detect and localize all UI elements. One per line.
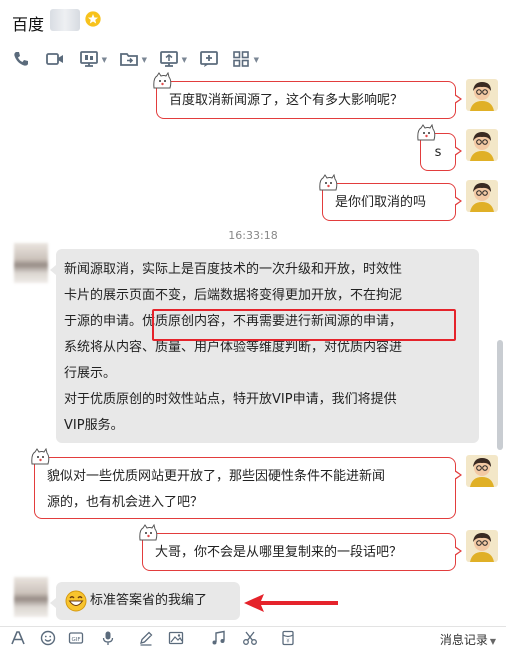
cat-decoration-icon bbox=[319, 174, 338, 191]
cat-decoration-icon bbox=[417, 124, 436, 141]
message-history-button[interactable]: 消息记录 ▼ bbox=[440, 631, 496, 648]
voice-icon[interactable] bbox=[100, 630, 116, 646]
favorite-star-icon[interactable] bbox=[84, 10, 102, 28]
outgoing-message-bubble[interactable]: s bbox=[417, 124, 462, 171]
message-text: s bbox=[434, 145, 442, 160]
incoming-message-bubble[interactable]: 标准答案省的我编了 bbox=[50, 582, 240, 620]
red-arrow-annotation bbox=[244, 594, 338, 612]
my-avatar[interactable] bbox=[466, 129, 498, 161]
image-icon[interactable] bbox=[168, 630, 184, 646]
outgoing-message-bubble[interactable]: 貌似对一些优质网站更开放了，那些因硬性条件不能进新闻 源的，也有机会进入了吧？ bbox=[31, 448, 462, 519]
phone-icon[interactable] bbox=[10, 48, 32, 70]
contact-name[interactable]: 百度 bbox=[12, 11, 44, 35]
grin-emoji-icon bbox=[65, 590, 87, 612]
font-icon[interactable] bbox=[10, 630, 26, 646]
message-line: 对于优质原创的时效性站点，特开放VIP申请，我们将提供 bbox=[64, 392, 397, 407]
add-app-icon[interactable] bbox=[198, 48, 220, 70]
message-line: 源的，也有机会进入了吧？ bbox=[47, 495, 204, 510]
outgoing-message-bubble[interactable]: 大哥，你不会是从哪里复制来的一段话吧？ bbox=[139, 524, 462, 571]
scrollbar-thumb[interactable] bbox=[497, 340, 503, 450]
chevron-down-icon[interactable]: ▼ bbox=[102, 56, 107, 64]
blurred-name-suffix bbox=[50, 9, 80, 31]
chevron-down-icon[interactable]: ▼ bbox=[142, 56, 147, 64]
message-line: 貌似对一些优质网站更开放了，那些因硬性条件不能进新闻 bbox=[47, 469, 386, 484]
red-packet-icon[interactable]: ¥ bbox=[280, 630, 296, 646]
screen-share-icon[interactable]: ▼ bbox=[78, 48, 107, 70]
highlight-annotation-box bbox=[152, 309, 456, 341]
my-avatar[interactable] bbox=[466, 530, 498, 562]
chevron-down-icon[interactable]: ▼ bbox=[182, 56, 187, 64]
chevron-down-icon[interactable]: ▼ bbox=[490, 637, 496, 646]
my-avatar[interactable] bbox=[466, 180, 498, 212]
my-avatar[interactable] bbox=[466, 79, 498, 111]
message-text: 标准答案省的我编了 bbox=[90, 593, 208, 608]
message-text: 百度取消新闻源了，这个有多大影响呢？ bbox=[169, 93, 404, 108]
chat-header: 百度 bbox=[0, 0, 506, 42]
video-icon[interactable] bbox=[44, 48, 66, 70]
message-timestamp: 16:33:18 bbox=[228, 229, 278, 242]
message-line: VIP服务。 bbox=[64, 418, 124, 433]
chevron-down-icon[interactable]: ▼ bbox=[254, 56, 259, 64]
message-text: 是你们取消的吗 bbox=[335, 195, 427, 210]
contact-avatar[interactable] bbox=[14, 243, 48, 283]
file-transfer-icon[interactable]: ▼ bbox=[118, 48, 147, 70]
incoming-message-bubble[interactable]: 新闻源取消，实际上是百度技术的一次升级和开放，时效性 卡片的展示页面不变，后端数… bbox=[50, 249, 479, 443]
remote-desktop-icon[interactable]: ▼ bbox=[158, 48, 187, 70]
chat-toolbar: ▼ ▼ ▼ ▼ bbox=[0, 42, 506, 76]
svg-text:¥: ¥ bbox=[286, 639, 289, 645]
emoji-icon[interactable] bbox=[40, 630, 56, 646]
gif-icon[interactable]: GIF bbox=[68, 630, 84, 646]
cat-decoration-icon bbox=[31, 448, 50, 465]
message-line: 行展示。 bbox=[64, 366, 117, 381]
message-line: 新闻源取消，实际上是百度技术的一次升级和开放，时效性 bbox=[64, 262, 403, 277]
message-history-label: 消息记录 bbox=[439, 633, 488, 647]
scissors-icon[interactable] bbox=[242, 630, 258, 646]
pen-icon[interactable] bbox=[138, 630, 154, 646]
app-grid-icon[interactable]: ▼ bbox=[230, 48, 259, 70]
cat-decoration-icon bbox=[153, 72, 172, 89]
my-avatar[interactable] bbox=[466, 455, 498, 487]
cat-decoration-icon bbox=[139, 524, 158, 541]
contact-avatar[interactable] bbox=[14, 577, 48, 617]
message-text: 大哥，你不会是从哪里复制来的一段话吧？ bbox=[155, 545, 403, 560]
svg-text:GIF: GIF bbox=[71, 637, 80, 643]
input-toolbar: GIF ¥ 消息记录 ▼ bbox=[0, 626, 506, 648]
music-icon[interactable] bbox=[210, 630, 226, 646]
outgoing-message-bubble[interactable]: 是你们取消的吗 bbox=[319, 174, 462, 221]
outgoing-message-bubble[interactable]: 百度取消新闻源了，这个有多大影响呢？ bbox=[153, 72, 462, 119]
message-line: 卡片的展示页面不变，后端数据将变得更加开放，不在拘泥 bbox=[64, 288, 403, 303]
